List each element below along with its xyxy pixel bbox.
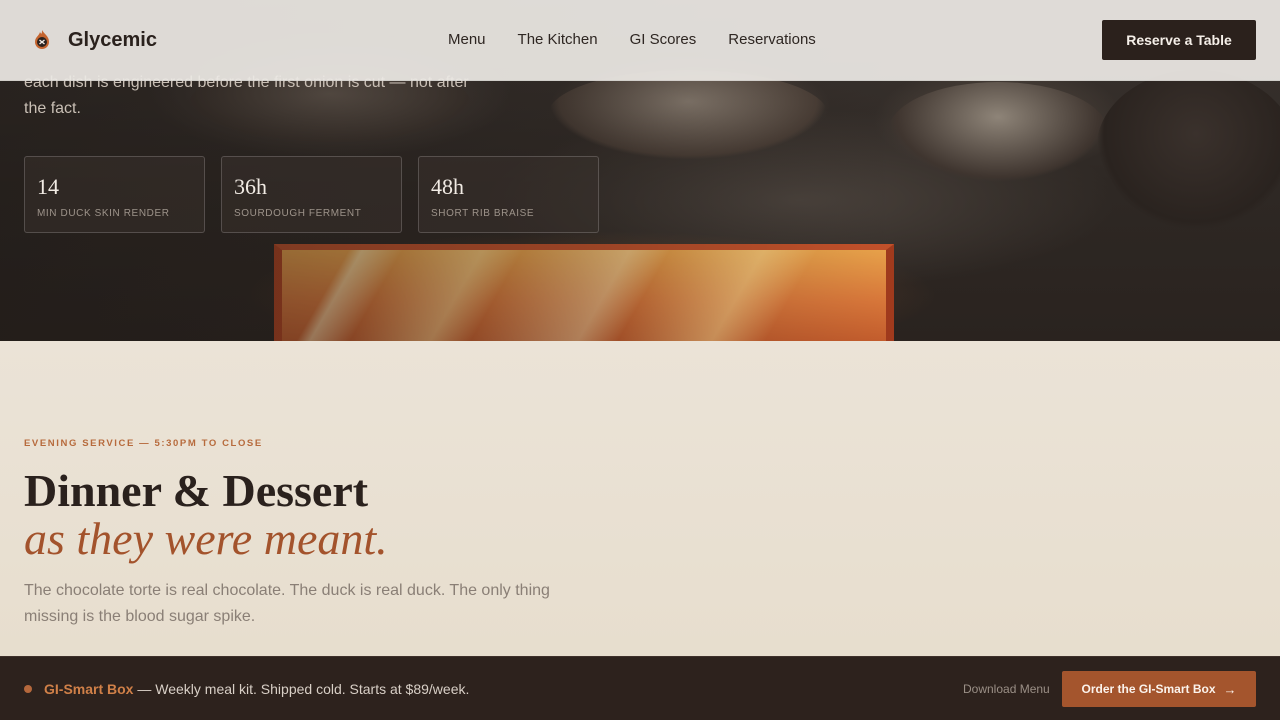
stat-label: SOURDOUGH FERMENT — [234, 208, 362, 219]
promo-description: — Weekly meal kit. Shipped cold. Starts … — [133, 681, 470, 697]
stat-label: MIN DUCK SKIN RENDER — [37, 208, 170, 219]
flame-logo-icon — [35, 30, 49, 49]
order-button-label: Order the GI-Smart Box — [1081, 682, 1216, 696]
status-dot-icon — [24, 685, 32, 693]
section-title-accent: as they were meant. — [24, 513, 388, 564]
reserve-table-button[interactable]: Reserve a Table — [1102, 20, 1256, 60]
order-box-button[interactable]: Order the GI-Smart Box → — [1062, 671, 1256, 707]
nav-item-the-kitchen[interactable]: The Kitchen — [518, 31, 598, 48]
download-menu-link[interactable]: Download Menu — [963, 682, 1050, 696]
section-lead: The chocolate torte is real chocolate. T… — [24, 582, 550, 625]
nav-item-gi-scores[interactable]: GI Scores — [630, 31, 697, 48]
stat-value: 14 — [37, 174, 59, 199]
stat-card: 14 MIN DUCK SKIN RENDER — [24, 156, 205, 233]
nav-item-menu[interactable]: Menu — [448, 31, 486, 48]
stat-card: 48h SHORT RIB BRAISE — [418, 156, 599, 233]
main-nav: Menu The Kitchen GI Scores Reservations — [448, 31, 816, 48]
arrow-right-icon: → — [1223, 681, 1237, 697]
dinner-dessert-section: EVENING SERVICE — 5:30PM TO CLOSE Dinner… — [0, 341, 1280, 656]
stat-label: SHORT RIB BRAISE — [431, 208, 535, 219]
promo-product-name: GI-Smart Box — [44, 681, 134, 697]
stat-value: 48h — [431, 174, 464, 199]
promo-bar: GI-Smart Box — Weekly meal kit. Shipped … — [0, 656, 1280, 720]
nav-item-reservations[interactable]: Reservations — [728, 31, 816, 48]
section-eyebrow: EVENING SERVICE — 5:30PM TO CLOSE — [24, 438, 263, 449]
brand-link[interactable]: Glycemic — [30, 28, 157, 52]
stat-card: 36h SOURDOUGH FERMENT — [221, 156, 402, 233]
section-title: Dinner & Dessert — [24, 465, 369, 516]
site-header: Glycemic Menu The Kitchen GI Scores Rese… — [0, 0, 1280, 81]
promo-text: GI-Smart Box — Weekly meal kit. Shipped … — [44, 681, 469, 697]
stat-value: 36h — [234, 174, 267, 199]
stats-row: 14 MIN DUCK SKIN RENDER 36h SOURDOUGH FE… — [24, 156, 599, 233]
brand-name: Glycemic — [68, 28, 157, 51]
